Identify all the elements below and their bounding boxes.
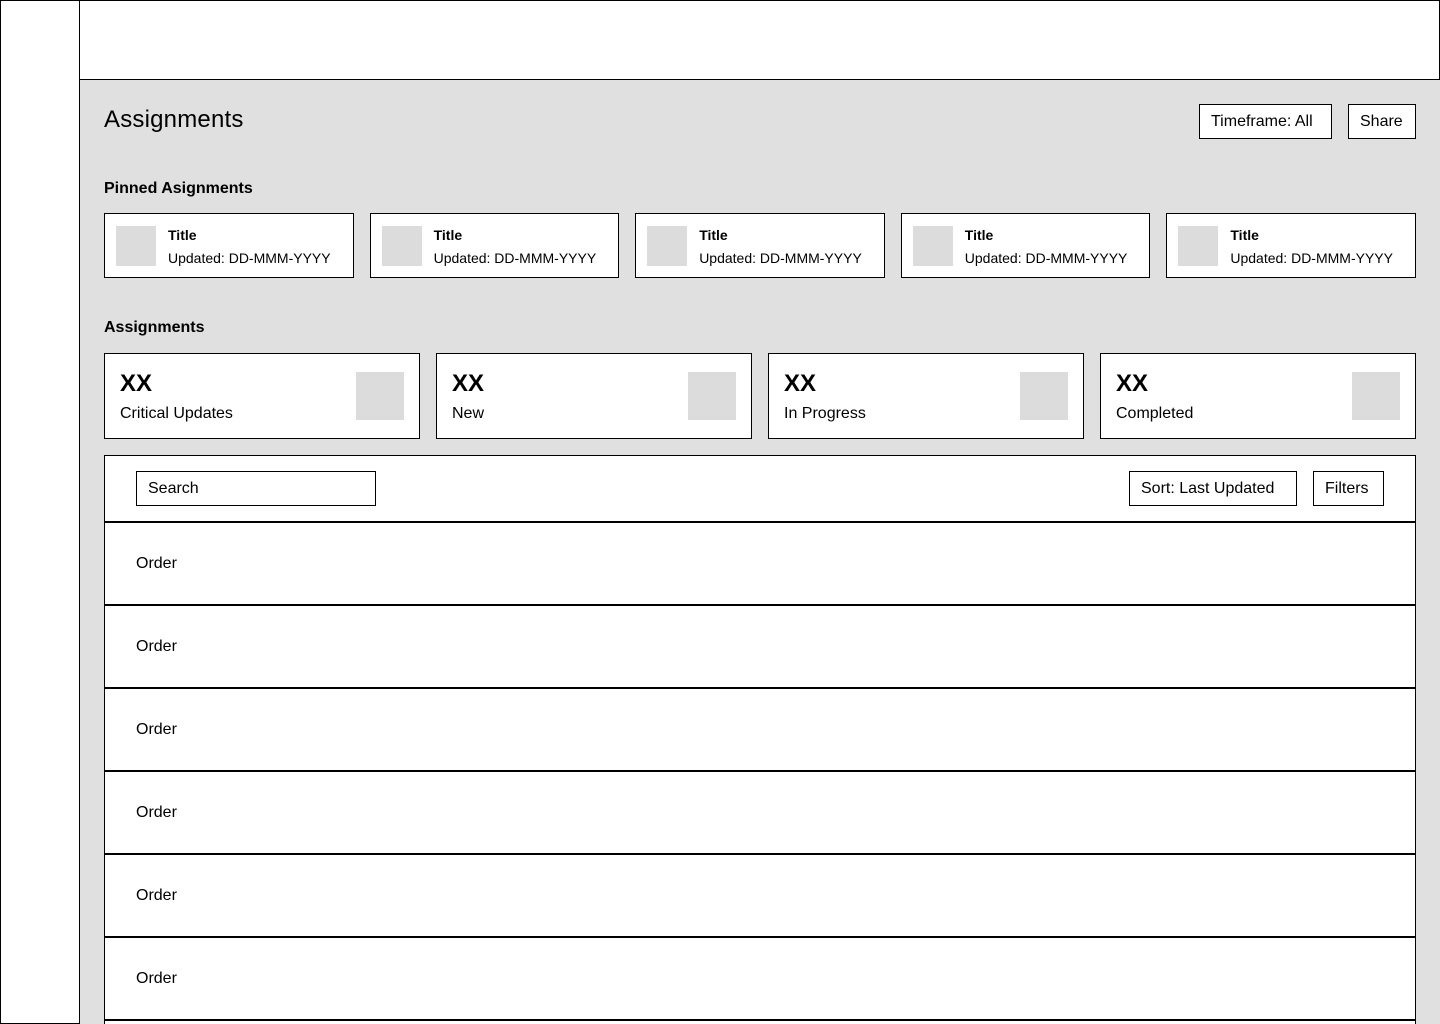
order-label: Order bbox=[136, 887, 177, 904]
pinned-card[interactable]: Title Updated: DD-MMM-YYYY bbox=[1166, 213, 1416, 278]
stat-label: Critical Updates bbox=[120, 405, 233, 422]
stat-thumbnail bbox=[356, 372, 404, 420]
assignment-stats: XX Critical Updates XX New XX In Progres… bbox=[104, 353, 1416, 439]
list-item[interactable]: Order bbox=[105, 772, 1415, 855]
list-toolbar: Sort: Last Updated Filters bbox=[105, 456, 1415, 523]
list-item[interactable]: Order bbox=[105, 938, 1415, 1021]
assignments-list: Sort: Last Updated Filters Order Order O… bbox=[104, 455, 1416, 1024]
stat-card-completed[interactable]: XX Completed bbox=[1100, 353, 1416, 439]
pinned-card-updated: Updated: DD-MMM-YYYY bbox=[699, 250, 862, 266]
stat-label: Completed bbox=[1116, 405, 1194, 422]
pinned-assignments: Title Updated: DD-MMM-YYYY Title Updated… bbox=[104, 213, 1416, 278]
list-item[interactable]: Order bbox=[105, 855, 1415, 938]
pinned-card[interactable]: Title Updated: DD-MMM-YYYY bbox=[900, 213, 1151, 278]
pinned-card-title: Title bbox=[1230, 227, 1259, 243]
stat-label: In Progress bbox=[784, 405, 866, 422]
pinned-section-title: Pinned Asignments bbox=[104, 180, 253, 197]
stat-thumbnail bbox=[688, 372, 736, 420]
share-button[interactable]: Share bbox=[1348, 104, 1416, 139]
order-label: Order bbox=[136, 638, 177, 655]
main-content: Assignments Timeframe: All Share Pinned … bbox=[80, 80, 1440, 1024]
order-label: Order bbox=[136, 721, 177, 738]
stat-value: XX bbox=[784, 370, 817, 397]
list-item[interactable]: Order bbox=[105, 523, 1415, 606]
pinned-card[interactable]: Title Updated: DD-MMM-YYYY bbox=[369, 213, 620, 278]
stat-value: XX bbox=[120, 370, 153, 397]
assignments-section-title: Assignments bbox=[104, 319, 205, 336]
stat-card-new[interactable]: XX New bbox=[436, 353, 752, 439]
stat-thumbnail bbox=[1352, 372, 1400, 420]
pinned-card-updated: Updated: DD-MMM-YYYY bbox=[964, 250, 1128, 266]
pinned-card-title: Title bbox=[964, 227, 994, 243]
stat-value: XX bbox=[1116, 370, 1149, 397]
timeframe-button[interactable]: Timeframe: All bbox=[1199, 104, 1332, 139]
pinned-card-updated: Updated: DD-MMM-YYYY bbox=[168, 250, 331, 266]
stat-card-critical-updates[interactable]: XX Critical Updates bbox=[104, 353, 420, 439]
pinned-thumbnail bbox=[647, 226, 688, 266]
pinned-card[interactable]: Title Updated: DD-MMM-YYYY bbox=[104, 213, 354, 278]
pinned-thumbnail bbox=[1178, 226, 1219, 266]
list-item[interactable]: Order bbox=[105, 689, 1415, 772]
order-label: Order bbox=[136, 804, 177, 821]
sort-button[interactable]: Sort: Last Updated bbox=[1129, 471, 1297, 506]
order-label: Order bbox=[136, 970, 177, 987]
pinned-card-updated: Updated: DD-MMM-YYYY bbox=[1230, 250, 1393, 266]
pinned-card-title: Title bbox=[699, 227, 728, 243]
stat-card-in-progress[interactable]: XX In Progress bbox=[768, 353, 1084, 439]
pinned-thumbnail bbox=[381, 226, 422, 266]
filters-button[interactable]: Filters bbox=[1313, 471, 1384, 506]
pinned-thumbnail bbox=[912, 226, 953, 266]
pinned-card-title: Title bbox=[433, 227, 463, 243]
stat-label: New bbox=[452, 405, 485, 422]
search-input[interactable] bbox=[136, 471, 376, 506]
sidebar bbox=[0, 0, 80, 1024]
list-item[interactable]: Order bbox=[105, 606, 1415, 689]
top-bar bbox=[80, 0, 1440, 80]
pinned-thumbnail bbox=[116, 226, 156, 266]
order-label: Order bbox=[136, 555, 177, 572]
pinned-card-title: Title bbox=[168, 227, 197, 243]
stat-thumbnail bbox=[1020, 372, 1068, 420]
pinned-card-updated: Updated: DD-MMM-YYYY bbox=[433, 250, 597, 266]
page-title: Assignments bbox=[104, 106, 244, 133]
stat-value: XX bbox=[452, 370, 485, 397]
pinned-card[interactable]: Title Updated: DD-MMM-YYYY bbox=[635, 213, 885, 278]
